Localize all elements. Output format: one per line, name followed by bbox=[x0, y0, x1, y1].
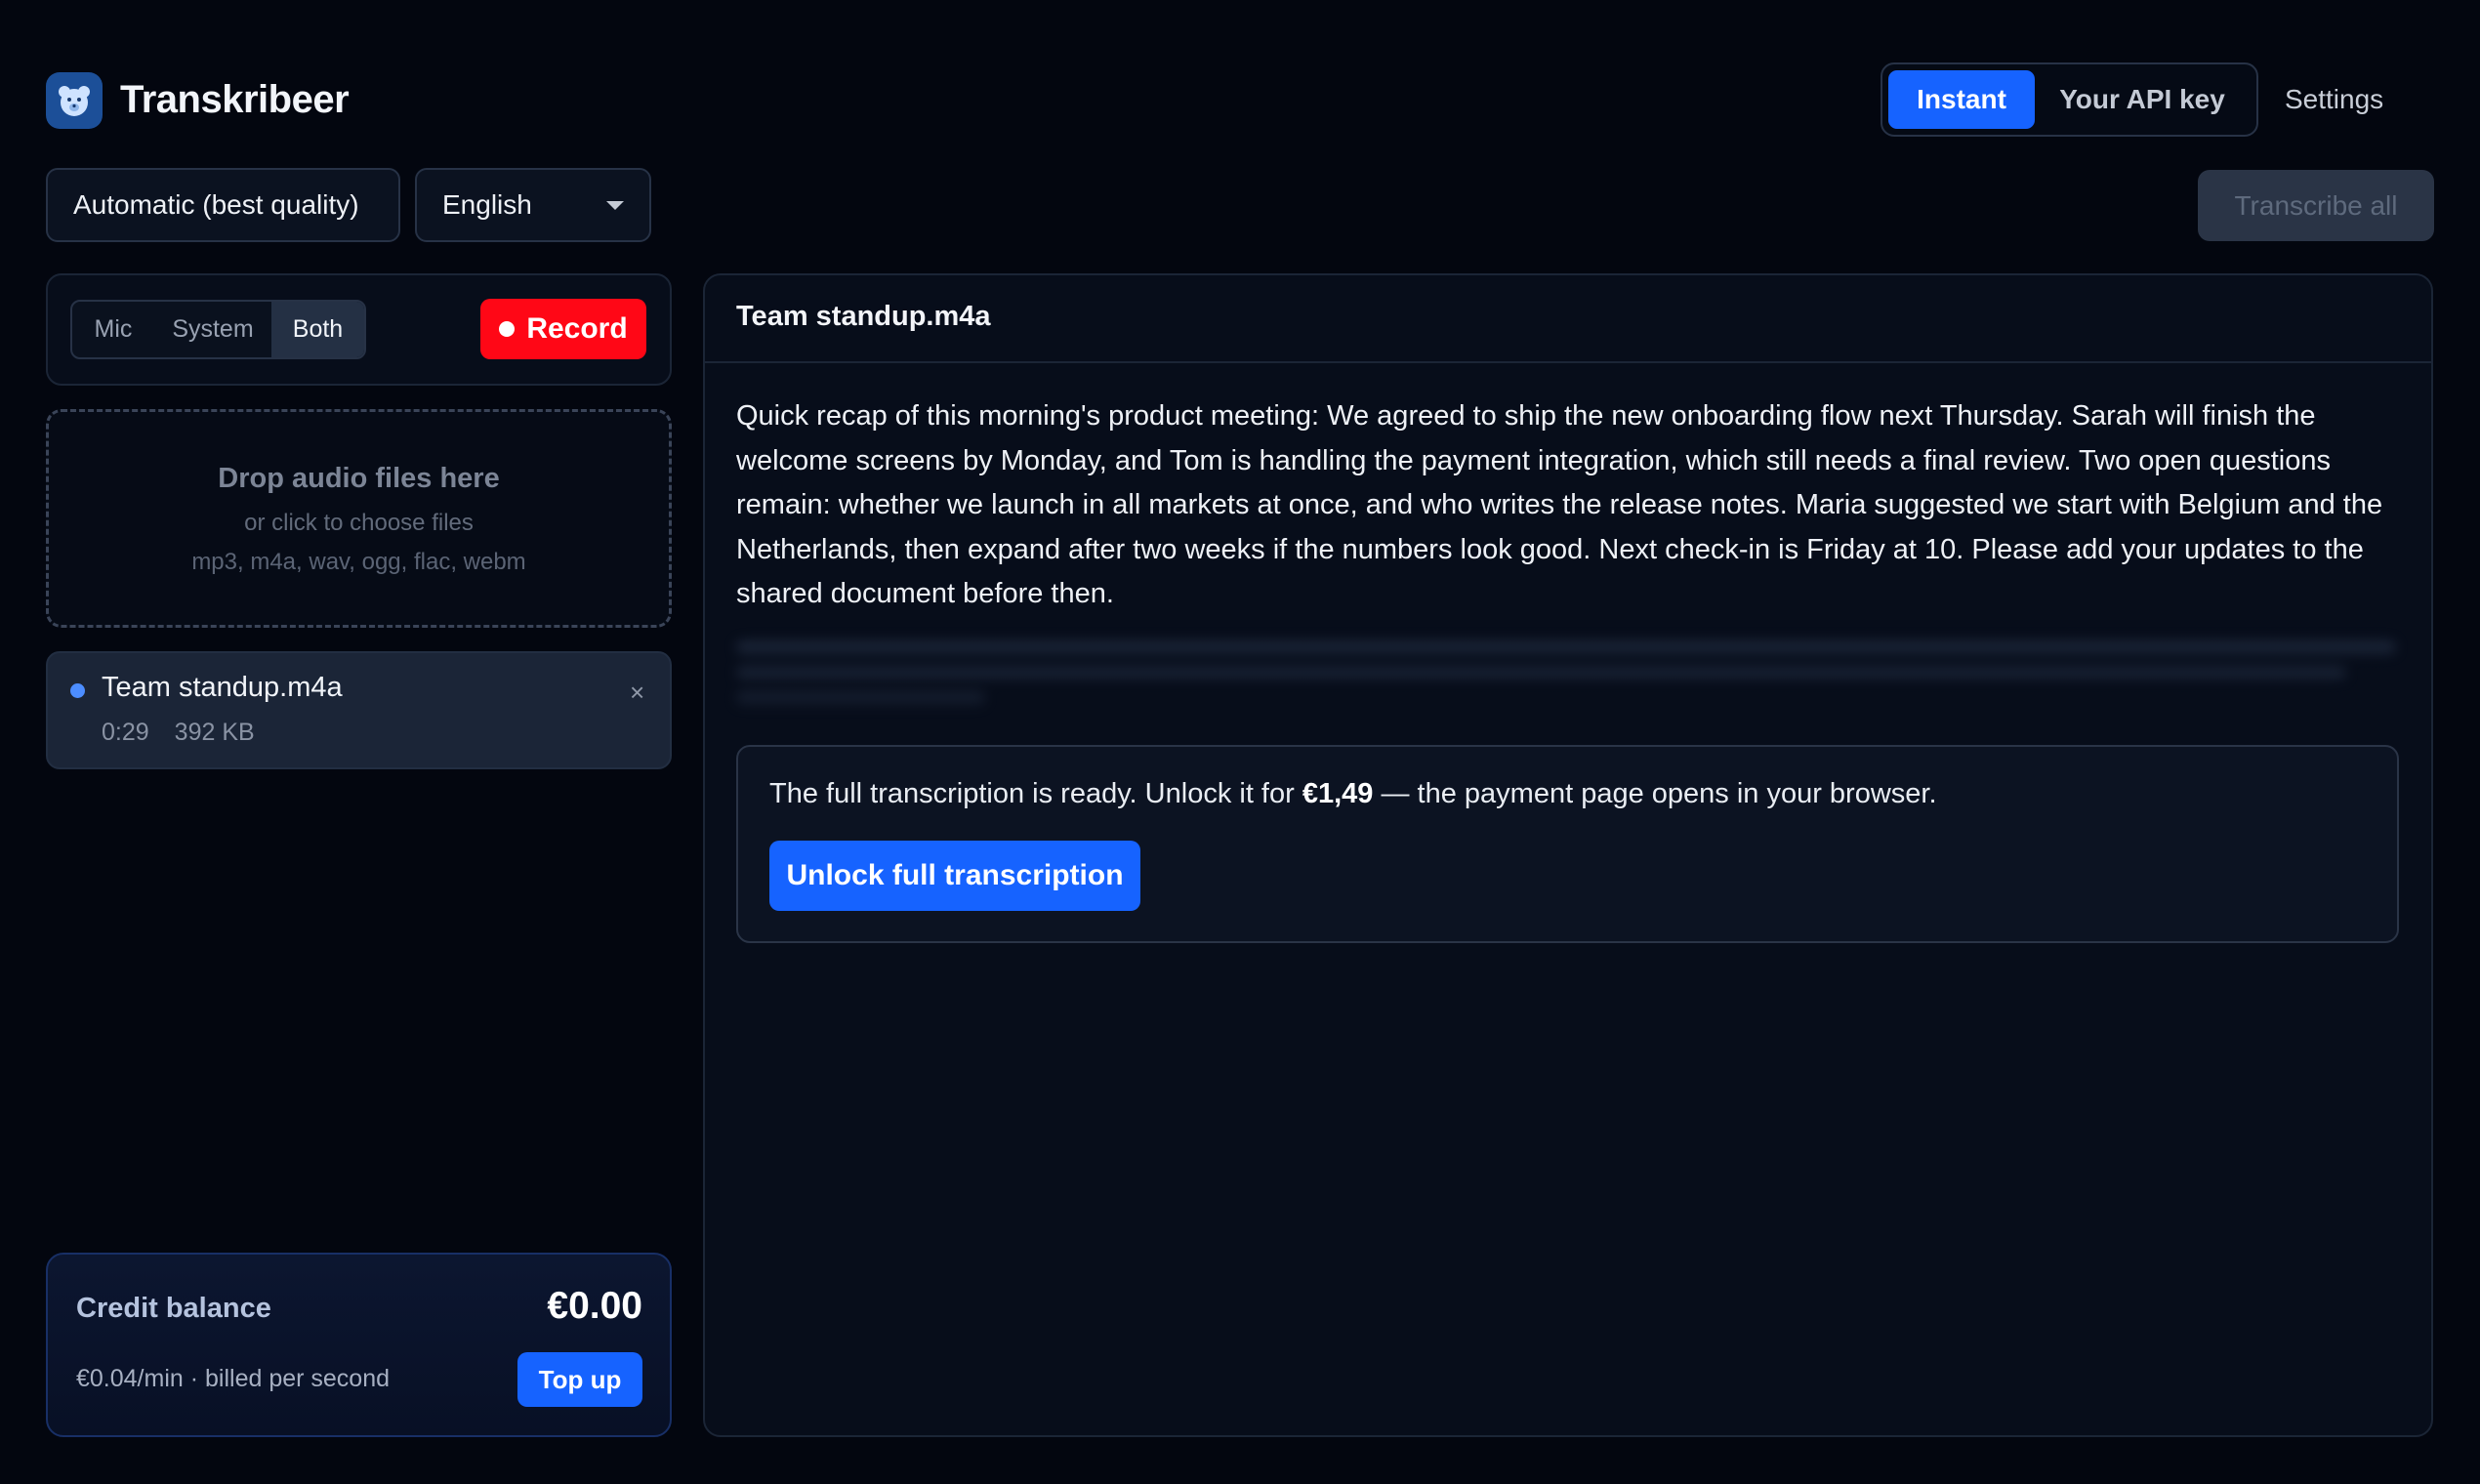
record-dot-icon bbox=[499, 321, 516, 337]
file-duration: 0:29 bbox=[102, 719, 149, 746]
unlock-text-before: The full transcription is ready. Unlock … bbox=[769, 778, 1302, 809]
chevron-down-icon bbox=[606, 200, 624, 210]
unlock-message: The full transcription is ready. Unlock … bbox=[769, 778, 1937, 810]
top-up-button[interactable]: Top up bbox=[517, 1352, 642, 1407]
transcribe-all-button[interactable]: Transcribe all bbox=[2198, 170, 2434, 241]
source-both[interactable]: Both bbox=[271, 302, 364, 357]
file-list-item[interactable] bbox=[46, 651, 672, 769]
source-switch: Mic System Both bbox=[70, 300, 366, 359]
source-mic[interactable]: Mic bbox=[72, 302, 154, 357]
settings-link[interactable]: Settings bbox=[2285, 78, 2383, 121]
mode-switch: Instant Your API key bbox=[1881, 62, 2258, 137]
language-select-value: English bbox=[442, 189, 532, 220]
tab-your-api-key[interactable]: Your API key bbox=[2035, 70, 2250, 129]
transcript-text: Quick recap of this morning's product me… bbox=[736, 400, 2383, 609]
blur-fade-overlay bbox=[705, 625, 2431, 713]
quality-select-value: Automatic (best quality) bbox=[73, 189, 359, 220]
dropzone-subtitle: or click to choose files bbox=[244, 510, 474, 536]
tab-instant[interactable]: Instant bbox=[1888, 70, 2035, 129]
source-system[interactable]: System bbox=[154, 302, 271, 357]
bear-icon bbox=[59, 86, 90, 116]
dropzone-filetypes: mp3, m4a, wav, ogg, flac, webm bbox=[191, 549, 526, 575]
file-status-dot bbox=[70, 683, 85, 698]
file-name: Team standup.m4a bbox=[102, 672, 343, 703]
credit-balance-amount: €0.00 bbox=[547, 1285, 642, 1327]
language-select[interactable]: English bbox=[415, 168, 651, 242]
credit-rate: €0.04/min · billed per second bbox=[76, 1365, 391, 1392]
file-size: 392 KB bbox=[174, 719, 255, 746]
unlock-full-transcription-button[interactable]: Unlock full transcription bbox=[769, 841, 1140, 911]
transcript-file-title: Team standup.m4a bbox=[736, 301, 991, 332]
unlock-price: €1,49 bbox=[1302, 778, 1374, 809]
app-logo bbox=[46, 72, 103, 129]
app-title: Transkribeer bbox=[120, 78, 350, 121]
record-button-label: Record bbox=[526, 312, 628, 345]
credit-balance-card bbox=[46, 1253, 672, 1437]
unlock-text-after: — the payment page opens in your browser… bbox=[1373, 778, 1937, 809]
quality-select[interactable]: Automatic (best quality) bbox=[46, 168, 400, 242]
dropzone-title: Drop audio files here bbox=[218, 463, 500, 494]
file-meta: 0:29 392 KB bbox=[102, 719, 255, 747]
record-button[interactable]: Record bbox=[480, 299, 646, 359]
close-icon[interactable]: × bbox=[630, 678, 644, 708]
credit-balance-label: Credit balance bbox=[76, 1293, 271, 1324]
